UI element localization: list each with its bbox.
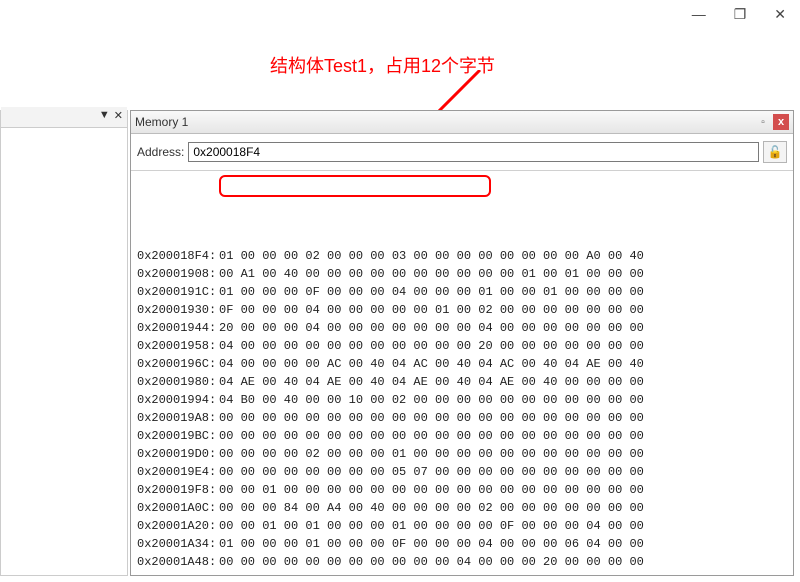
memory-row: 0x200019F8: 00 00 01 00 00 00 00 00 00 0… (137, 481, 787, 499)
memory-row-address: 0x20001944: (137, 319, 219, 337)
memory-row-address: 0x20001A48: (137, 553, 219, 571)
memory-row: 0x20001908: 00 A1 00 40 00 00 00 00 00 0… (137, 265, 787, 283)
memory-row: 0x20001944: 20 00 00 00 04 00 00 00 00 0… (137, 319, 787, 337)
memory-row-address: 0x20001A20: (137, 517, 219, 535)
memory-row: 0x200019A8: 00 00 00 00 00 00 00 00 00 0… (137, 409, 787, 427)
annotation-text: 结构体Test1，占用12个字节 (270, 52, 495, 78)
memory-row-bytes: 01 00 00 00 02 00 00 00 03 00 00 00 00 0… (219, 247, 644, 265)
address-input[interactable] (188, 142, 759, 162)
memory-close-icon[interactable]: x (773, 114, 789, 130)
memory-row-bytes: 00 00 00 00 00 00 00 00 00 00 00 00 00 0… (219, 409, 644, 427)
address-label: Address: (137, 145, 184, 159)
memory-row-address: 0x200019BC: (137, 427, 219, 445)
memory-row-bytes: 00 00 01 00 01 00 00 00 01 00 00 00 00 0… (219, 517, 644, 535)
left-panel-header: ▼ ✕ (1, 107, 127, 128)
memory-row-bytes: 00 00 00 00 00 00 00 00 00 00 00 00 00 0… (219, 427, 644, 445)
memory-row-bytes: 00 00 00 00 00 00 00 00 00 00 00 04 00 0… (219, 553, 644, 571)
memory-row-bytes: 00 A1 00 40 00 00 00 00 00 00 00 00 00 0… (219, 265, 644, 283)
maximize-button[interactable]: ❐ (734, 6, 747, 23)
highlight-struct-test1 (219, 175, 491, 197)
memory-row: 0x20001A48: 00 00 00 00 00 00 00 00 00 0… (137, 553, 787, 571)
left-panel-pin-icon[interactable]: ▼ (99, 109, 110, 122)
memory-row-address: 0x20001A34: (137, 535, 219, 553)
memory-row: 0x20001994: 04 B0 00 40 00 00 10 00 02 0… (137, 391, 787, 409)
memory-row-bytes: 04 B0 00 40 00 00 10 00 02 00 00 00 00 0… (219, 391, 644, 409)
memory-row-address: 0x200019D0: (137, 445, 219, 463)
memory-row-address: 0x20001A0C: (137, 499, 219, 517)
memory-row: 0x20001A5C: 04 00 00 00 00 00 00 00 00 0… (137, 571, 787, 575)
memory-row-address: 0x200019F8: (137, 481, 219, 499)
memory-row: 0x200019D0: 00 00 00 00 02 00 00 00 01 0… (137, 445, 787, 463)
memory-row: 0x20001980: 04 AE 00 40 04 AE 00 40 04 A… (137, 373, 787, 391)
minimize-button[interactable]: — (692, 6, 706, 22)
memory-row-bytes: 04 AE 00 40 04 AE 00 40 04 AE 00 40 04 A… (219, 373, 644, 391)
memory-row: 0x20001930: 0F 00 00 00 04 00 00 00 00 0… (137, 301, 787, 319)
lock-icon[interactable]: 🔓 (763, 141, 787, 163)
memory-row: 0x20001A0C: 00 00 00 84 00 A4 00 40 00 0… (137, 499, 787, 517)
memory-row-bytes: 04 00 00 00 00 00 00 00 00 00 00 00 20 0… (219, 337, 644, 355)
memory-row: 0x200019BC: 00 00 00 00 00 00 00 00 00 0… (137, 427, 787, 445)
window-controls: — ❐ ✕ (692, 0, 800, 28)
memory-row-address: 0x200019A8: (137, 409, 219, 427)
memory-row-bytes: 01 00 00 00 01 00 00 00 0F 00 00 00 04 0… (219, 535, 644, 553)
memory-row-address: 0x20001908: (137, 265, 219, 283)
memory-row: 0x2000191C: 01 00 00 00 0F 00 00 00 04 0… (137, 283, 787, 301)
memory-panel: Memory 1 ▫ x Address: 🔓 0x200018F4: 01 0… (130, 110, 794, 576)
close-button[interactable]: ✕ (774, 6, 786, 23)
memory-row-address: 0x20001980: (137, 373, 219, 391)
memory-row-bytes: 00 00 00 84 00 A4 00 40 00 00 00 00 02 0… (219, 499, 644, 517)
memory-row-address: 0x2000196C: (137, 355, 219, 373)
memory-row-bytes: 00 00 00 00 02 00 00 00 01 00 00 00 00 0… (219, 445, 644, 463)
memory-row: 0x200019E4: 00 00 00 00 00 00 00 00 05 0… (137, 463, 787, 481)
memory-hex-view[interactable]: 0x200018F4: 01 00 00 00 02 00 00 00 03 0… (131, 171, 793, 575)
left-panel-close-icon[interactable]: ✕ (114, 109, 123, 122)
left-panel: ▼ ✕ (0, 110, 128, 576)
memory-titlebar: Memory 1 ▫ x (131, 111, 793, 134)
memory-row-bytes: 01 00 00 00 0F 00 00 00 04 00 00 00 01 0… (219, 283, 644, 301)
memory-row-address: 0x2000191C: (137, 283, 219, 301)
memory-row-address: 0x20001A5C: (137, 571, 219, 575)
memory-row: 0x2000196C: 04 00 00 00 00 AC 00 40 04 A… (137, 355, 787, 373)
memory-address-bar: Address: 🔓 (131, 134, 793, 171)
memory-row: 0x20001A34: 01 00 00 00 01 00 00 00 0F 0… (137, 535, 787, 553)
memory-row-bytes: 00 00 00 00 00 00 00 00 05 07 00 00 00 0… (219, 463, 644, 481)
memory-row-bytes: 20 00 00 00 04 00 00 00 00 00 00 00 04 0… (219, 319, 644, 337)
memory-row: 0x200018F4: 01 00 00 00 02 00 00 00 03 0… (137, 247, 787, 265)
memory-row: 0x20001A20: 00 00 01 00 01 00 00 00 01 0… (137, 517, 787, 535)
memory-pin-icon[interactable]: ▫ (755, 114, 771, 130)
memory-row-bytes: 04 00 00 00 00 AC 00 40 04 AC 00 40 04 A… (219, 355, 644, 373)
memory-row-address: 0x20001958: (137, 337, 219, 355)
memory-row-bytes: 00 00 01 00 00 00 00 00 00 00 00 00 00 0… (219, 481, 644, 499)
memory-row-bytes: 0F 00 00 00 04 00 00 00 00 00 01 00 02 0… (219, 301, 644, 319)
memory-row-bytes: 04 00 00 00 00 00 00 00 00 04 00 00 00 0… (219, 571, 644, 575)
memory-row-address: 0x200019E4: (137, 463, 219, 481)
memory-panel-title: Memory 1 (135, 115, 753, 129)
memory-row: 0x20001958: 04 00 00 00 00 00 00 00 00 0… (137, 337, 787, 355)
memory-row-address: 0x20001930: (137, 301, 219, 319)
memory-row-address: 0x200018F4: (137, 247, 219, 265)
memory-row-address: 0x20001994: (137, 391, 219, 409)
